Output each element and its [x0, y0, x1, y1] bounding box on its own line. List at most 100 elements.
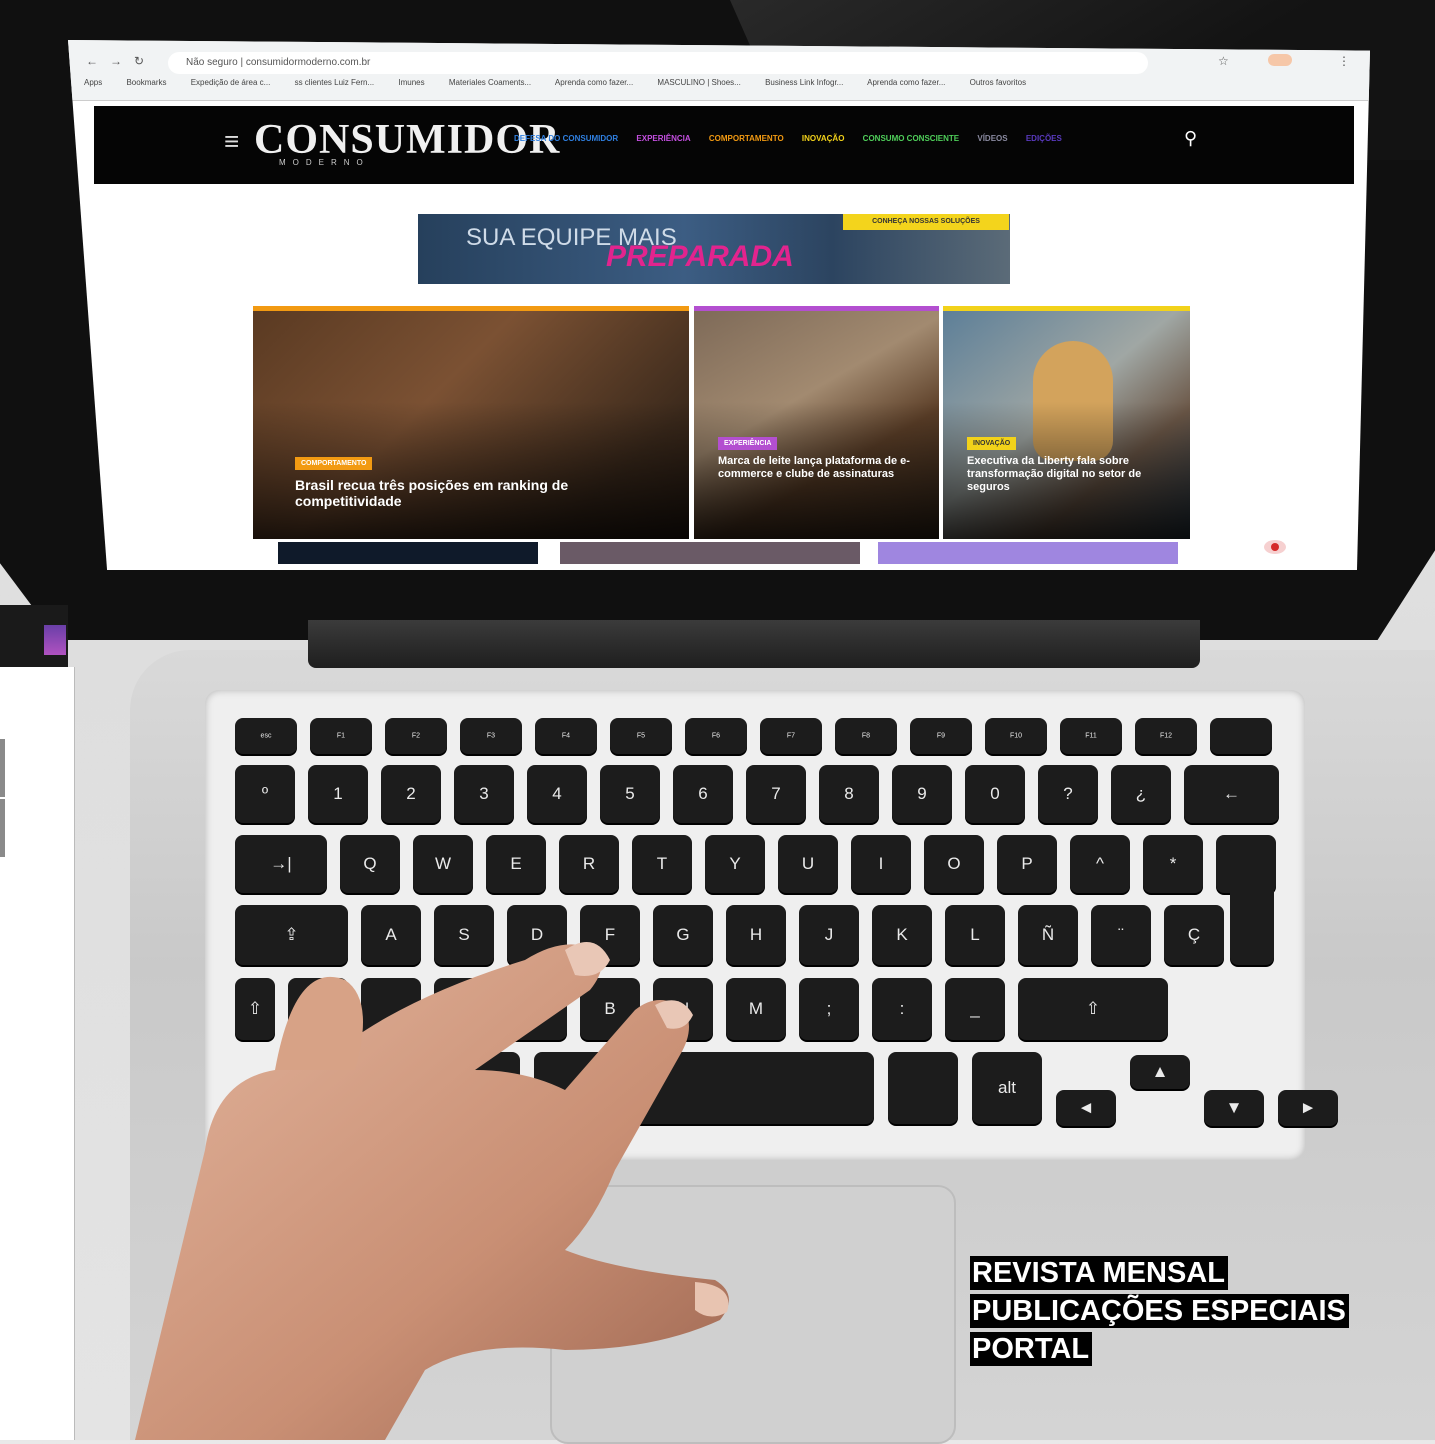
bookmark-item[interactable]: Expedição de área c...: [191, 78, 271, 87]
keyboard-key[interactable]: alt: [972, 1052, 1042, 1124]
article-category-tag[interactable]: INOVAÇÃO: [967, 437, 1017, 450]
keyboard-key[interactable]: 6: [673, 765, 733, 823]
keyboard-key[interactable]: 4: [527, 765, 587, 823]
bookmark-item[interactable]: Business Link Infogr...: [765, 78, 843, 87]
article-category-tag[interactable]: COMPORTAMENTO: [295, 457, 373, 470]
keyboard-key[interactable]: H: [726, 905, 786, 965]
keyboard-key[interactable]: F12: [1135, 718, 1197, 754]
keyboard-key[interactable]: 7: [746, 765, 806, 823]
keyboard-key[interactable]: ⇧: [1018, 978, 1168, 1040]
record-icon[interactable]: [1264, 540, 1286, 554]
keyboard-key[interactable]: 3: [454, 765, 514, 823]
keyboard-key[interactable]: ▲: [1130, 1055, 1190, 1089]
keyboard-key[interactable]: [1210, 718, 1272, 754]
keyboard-key[interactable]: F3: [460, 718, 522, 754]
bookmark-item[interactable]: Bookmarks: [126, 78, 166, 87]
keyboard-key[interactable]: _: [945, 978, 1005, 1040]
menu-item[interactable]: EDIÇÕES: [1026, 134, 1062, 143]
panel-button[interactable]: [0, 739, 5, 797]
keyboard-key[interactable]: Q: [340, 835, 400, 893]
keyboard-key[interactable]: Ç: [1164, 905, 1224, 965]
keyboard-key[interactable]: ►: [1278, 1090, 1338, 1126]
keyboard-key[interactable]: U: [778, 835, 838, 893]
keyboard-key[interactable]: F10: [985, 718, 1047, 754]
keyboard-key[interactable]: ¨: [1091, 905, 1151, 965]
bookmark-item[interactable]: Apps: [84, 78, 102, 87]
keyboard-key[interactable]: ?: [1038, 765, 1098, 823]
bookmark-item[interactable]: Aprenda como fazer...: [555, 78, 633, 87]
keyboard-key[interactable]: ¿: [1111, 765, 1171, 823]
keyboard-key[interactable]: 2: [381, 765, 441, 823]
bookmark-item[interactable]: Imunes: [398, 78, 424, 87]
keyboard-key[interactable]: F5: [610, 718, 672, 754]
keyboard-key[interactable]: F9: [910, 718, 972, 754]
forward-icon[interactable]: →: [110, 54, 122, 68]
keyboard-key[interactable]: M: [726, 978, 786, 1040]
article-thumbnail[interactable]: [278, 542, 538, 564]
bookmark-item[interactable]: ss clientes Luiz Fern...: [295, 78, 375, 87]
keyboard-key[interactable]: :: [872, 978, 932, 1040]
keyboard-key[interactable]: O: [924, 835, 984, 893]
bookmark-item[interactable]: Aprenda como fazer...: [867, 78, 945, 87]
reload-icon[interactable]: ↻: [134, 54, 144, 68]
keyboard-key[interactable]: F1: [310, 718, 372, 754]
keyboard-key[interactable]: J: [799, 905, 859, 965]
profile-icon[interactable]: [1268, 54, 1292, 66]
article-thumbnail[interactable]: [878, 542, 1178, 564]
keyboard-key[interactable]: L: [945, 905, 1005, 965]
menu-item[interactable]: VÍDEOS: [977, 134, 1007, 143]
keyboard-key[interactable]: ^: [1070, 835, 1130, 893]
keyboard-key[interactable]: ▼: [1204, 1090, 1264, 1126]
keyboard-key[interactable]: Y: [705, 835, 765, 893]
keyboard-key[interactable]: P: [997, 835, 1057, 893]
keyboard-key[interactable]: [888, 1052, 958, 1124]
search-icon[interactable]: ⚲: [1184, 128, 1197, 149]
keyboard-key[interactable]: F2: [385, 718, 447, 754]
menu-dots-icon[interactable]: ⋮: [1338, 54, 1350, 68]
keyboard-key[interactable]: F4: [535, 718, 597, 754]
keyboard-key[interactable]: Ñ: [1018, 905, 1078, 965]
address-bar[interactable]: Não seguro | consumidormoderno.com.br: [168, 52, 1148, 74]
keyboard-key[interactable]: º: [235, 765, 295, 823]
article-card[interactable]: INOVAÇÃO Executiva da Liberty fala sobre…: [943, 306, 1190, 539]
keyboard-key[interactable]: →|: [235, 835, 327, 893]
back-icon[interactable]: ←: [86, 54, 98, 68]
hamburger-menu-icon[interactable]: ≡: [224, 126, 239, 157]
keyboard-key[interactable]: 9: [892, 765, 952, 823]
star-icon[interactable]: ☆: [1218, 54, 1229, 68]
article-headline[interactable]: Executiva da Liberty fala sobre transfor…: [967, 455, 1167, 494]
panel-button[interactable]: [0, 799, 5, 857]
keyboard-key[interactable]: W: [413, 835, 473, 893]
menu-item[interactable]: DEFESA DO CONSUMIDOR: [514, 134, 618, 143]
article-card[interactable]: COMPORTAMENTO Brasil recua três posições…: [253, 306, 689, 539]
other-bookmarks[interactable]: Outros favoritos: [970, 78, 1026, 87]
article-thumbnail[interactable]: [560, 542, 860, 564]
keyboard-key[interactable]: 1: [308, 765, 368, 823]
article-headline[interactable]: Marca de leite lança plataforma de e-com…: [718, 455, 918, 481]
ad-banner[interactable]: SUA EQUIPE MAIS PREPARADA CONHEÇA NOSSAS…: [418, 214, 1010, 284]
keyboard-key[interactable]: ;: [799, 978, 859, 1040]
keyboard-key[interactable]: 8: [819, 765, 879, 823]
keyboard-key[interactable]: 5: [600, 765, 660, 823]
banner-cta[interactable]: CONHEÇA NOSSAS SOLUÇÕES: [843, 214, 1009, 230]
menu-item[interactable]: CONSUMO CONSCIENTE: [863, 134, 959, 143]
bookmark-item[interactable]: Materiales Coaments...: [449, 78, 531, 87]
keyboard-key[interactable]: K: [872, 905, 932, 965]
keyboard-key[interactable]: ◄: [1056, 1090, 1116, 1126]
menu-item[interactable]: COMPORTAMENTO: [709, 134, 784, 143]
enter-key-lower[interactable]: [1230, 835, 1274, 965]
keyboard-key[interactable]: F8: [835, 718, 897, 754]
keyboard-key[interactable]: E: [486, 835, 546, 893]
keyboard-key[interactable]: F11: [1060, 718, 1122, 754]
menu-item[interactable]: INOVAÇÃO: [802, 134, 845, 143]
keyboard-key[interactable]: ←: [1184, 765, 1279, 823]
article-category-tag[interactable]: EXPERIÊNCIA: [718, 437, 778, 450]
bookmark-item[interactable]: MASCULINO | Shoes...: [657, 78, 740, 87]
keyboard-key[interactable]: *: [1143, 835, 1203, 893]
menu-item[interactable]: EXPERIÊNCIA: [636, 134, 690, 143]
keyboard-key[interactable]: F7: [760, 718, 822, 754]
keyboard-key[interactable]: esc: [235, 718, 297, 754]
keyboard-key[interactable]: F6: [685, 718, 747, 754]
article-card[interactable]: EXPERIÊNCIA Marca de leite lança platafo…: [694, 306, 939, 539]
keyboard-key[interactable]: T: [632, 835, 692, 893]
